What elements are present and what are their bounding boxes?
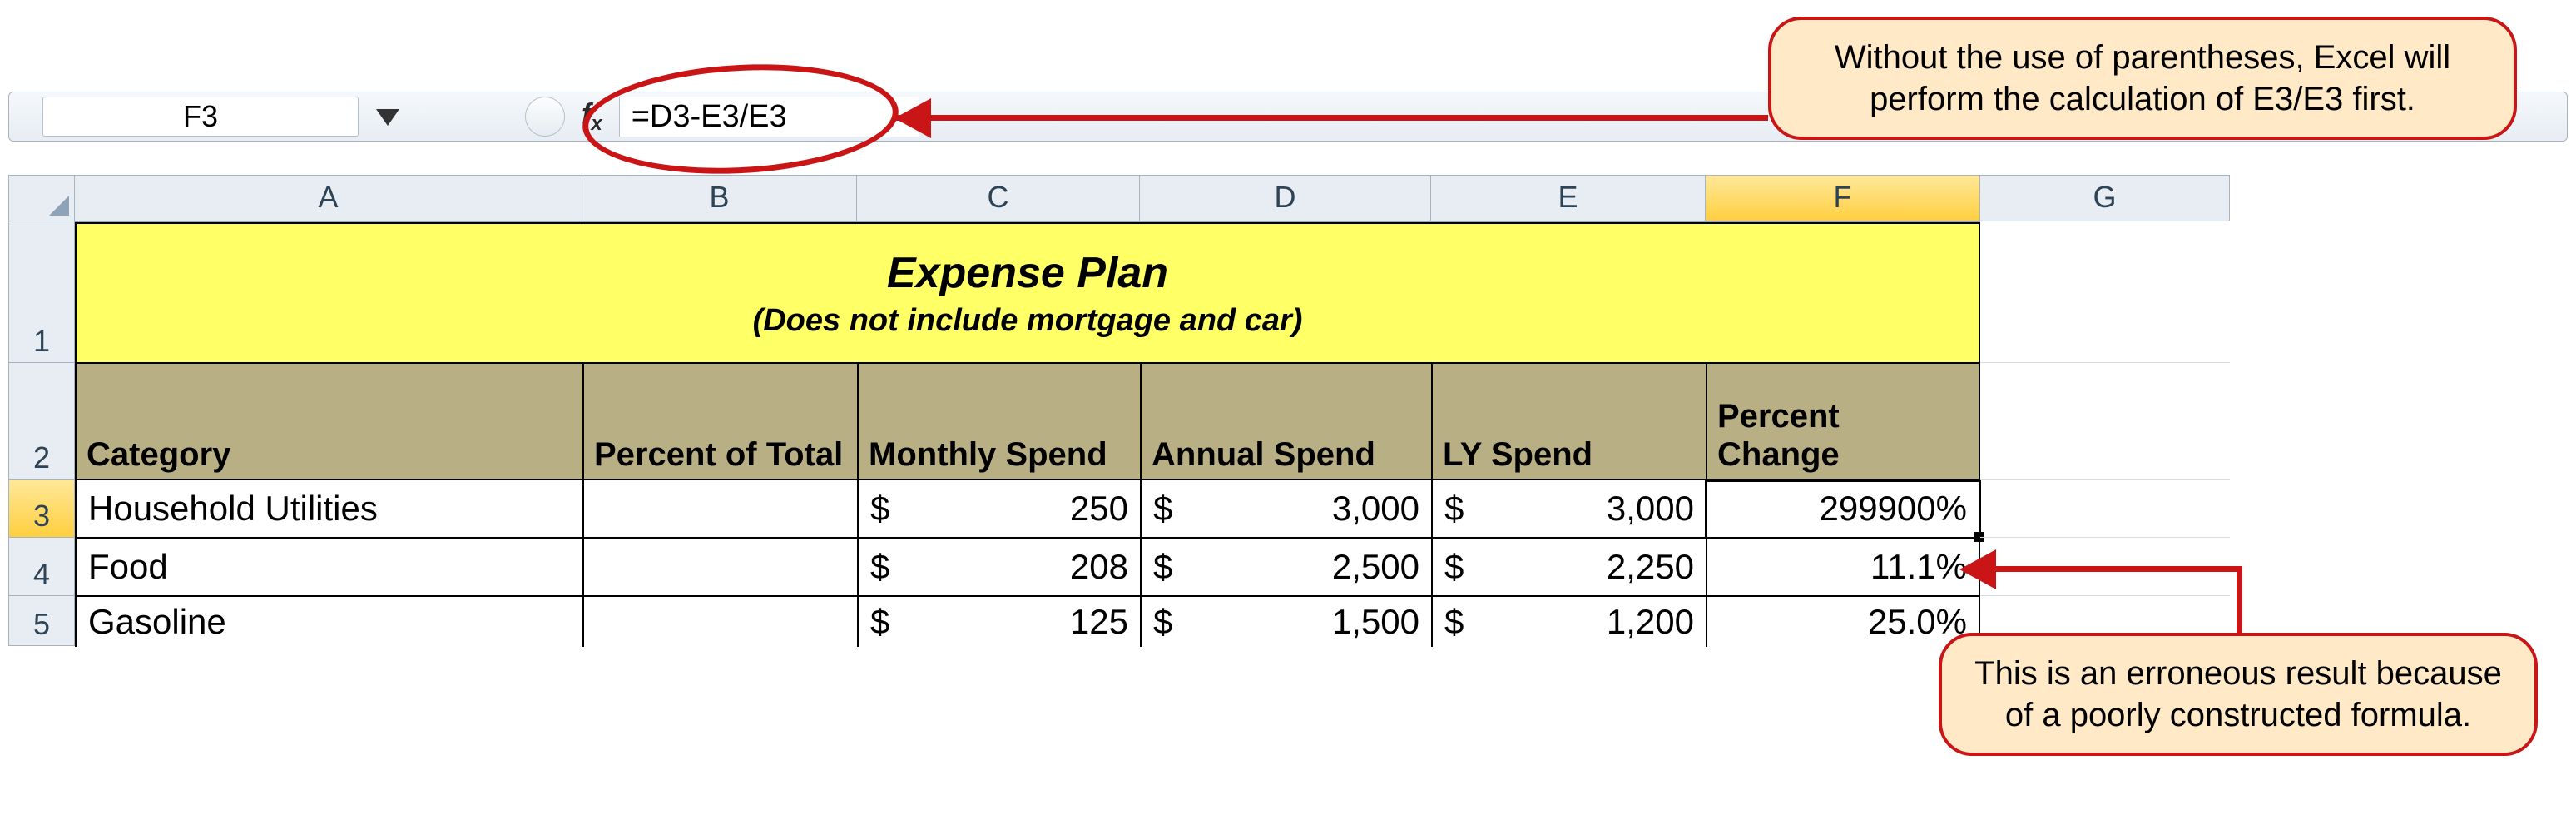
table-row: Food $208 $2,500 $2,250 11.1% — [75, 539, 1980, 597]
cell-monthly-spend[interactable]: $208 — [857, 539, 1140, 597]
annotation-arrow-line — [2237, 566, 2242, 636]
currency-symbol: $ — [1444, 547, 1464, 587]
name-box-dropdown-icon[interactable] — [376, 109, 399, 126]
annotation-arrow-line — [1993, 566, 2242, 572]
currency-symbol: $ — [870, 547, 889, 587]
name-box[interactable]: F3 — [42, 97, 359, 137]
cell-value: 2,500 — [1332, 547, 1419, 587]
col-header-F[interactable]: F — [1706, 175, 1980, 221]
cell-percent-of-total[interactable] — [582, 597, 857, 647]
row-header-2[interactable]: 2 — [8, 363, 75, 480]
table-header-row: Category Percent of Total Monthly Spend … — [75, 364, 1980, 480]
cell[interactable] — [1980, 480, 2230, 538]
hdr-annual-spend[interactable]: Annual Spend — [1140, 364, 1431, 480]
cell-category[interactable]: Gasoline — [75, 597, 582, 647]
cell-percent-of-total[interactable] — [582, 539, 857, 597]
cell-value: 25.0% — [1719, 602, 1967, 642]
cell-monthly-spend[interactable]: $125 — [857, 597, 1140, 647]
cell-value: 1,200 — [1607, 602, 1694, 642]
cell-text: Household Utilities — [88, 489, 378, 529]
cell-annual-spend[interactable]: $2,500 — [1140, 539, 1431, 597]
col-header-E[interactable]: E — [1431, 175, 1706, 221]
currency-symbol: $ — [870, 489, 889, 529]
sheet-title: Expense Plan — [887, 248, 1168, 298]
sheet-subtitle: (Does not include mortgage and car) — [753, 303, 1303, 339]
blank-column-G — [1980, 221, 2230, 646]
currency-symbol: $ — [1153, 489, 1172, 529]
table-row: Household Utilities $250 $3,000 $3,000 2… — [75, 480, 1980, 539]
cell[interactable] — [1980, 221, 2230, 363]
cell-value: 250 — [1070, 489, 1128, 529]
callout-erroneous-result: This is an erroneous result because of a… — [1939, 633, 2538, 756]
callout-text: This is an erroneous result because of a… — [1974, 655, 2502, 733]
annotation-circle-icon — [580, 57, 901, 181]
cell-percent-of-total[interactable] — [582, 480, 857, 539]
row-header-5[interactable]: 5 — [8, 596, 75, 646]
cell-ly-spend[interactable]: $1,200 — [1431, 597, 1706, 647]
spreadsheet-grid: Expense Plan (Does not include mortgage … — [75, 221, 1980, 647]
cell-value: 2,250 — [1607, 547, 1694, 587]
hdr-category[interactable]: Category — [75, 364, 582, 480]
col-header-B[interactable]: B — [582, 175, 857, 221]
callout-parentheses: Without the use of parentheses, Excel wi… — [1768, 17, 2517, 140]
row-header-3[interactable]: 3 — [8, 480, 75, 538]
hdr-ly-spend[interactable]: LY Spend — [1431, 364, 1706, 480]
cell-value: 1,500 — [1332, 602, 1419, 642]
annotation-arrow-head-icon — [1959, 549, 1996, 589]
currency-symbol: $ — [870, 602, 889, 642]
currency-symbol: $ — [1444, 489, 1464, 529]
cell-monthly-spend[interactable]: $250 — [857, 480, 1140, 539]
cancel-formula-button[interactable] — [525, 97, 565, 137]
cell-percent-change-selected[interactable]: 299900% — [1706, 480, 1980, 539]
col-header-G[interactable]: G — [1980, 175, 2230, 221]
hdr-percent-of-total[interactable]: Percent of Total — [582, 364, 857, 480]
row-headers: 1 2 3 4 5 — [8, 221, 75, 646]
col-header-D[interactable]: D — [1140, 175, 1431, 221]
cell-category[interactable]: Household Utilities — [75, 480, 582, 539]
select-all-corner[interactable] — [8, 175, 75, 221]
cell-value: 125 — [1070, 602, 1128, 642]
cell-annual-spend[interactable]: $3,000 — [1140, 480, 1431, 539]
cell-category[interactable]: Food — [75, 539, 582, 597]
cell-value: 299900% — [1719, 489, 1967, 529]
hdr-percent-change[interactable]: Percent Change — [1706, 364, 1980, 480]
cell-percent-change[interactable]: 25.0% — [1706, 597, 1980, 647]
cell-text: Food — [88, 547, 168, 587]
hdr-monthly-spend[interactable]: Monthly Spend — [857, 364, 1140, 480]
cell-percent-change[interactable]: 11.1% — [1706, 539, 1980, 597]
cell-value: 208 — [1070, 547, 1128, 587]
callout-text: Without the use of parentheses, Excel wi… — [1835, 39, 2450, 117]
currency-symbol: $ — [1153, 602, 1172, 642]
cell-value: 3,000 — [1332, 489, 1419, 529]
table-row: Gasoline $125 $1,500 $1,200 25.0% — [75, 597, 1980, 647]
row-header-1[interactable]: 1 — [8, 221, 75, 363]
annotation-arrow-head-icon — [894, 98, 931, 138]
cell-value: 3,000 — [1607, 489, 1694, 529]
cell[interactable] — [1980, 363, 2230, 480]
cell-annual-spend[interactable]: $1,500 — [1140, 597, 1431, 647]
row-header-4[interactable]: 4 — [8, 538, 75, 596]
col-header-A[interactable]: A — [75, 175, 582, 221]
annotation-arrow-line — [894, 115, 1768, 121]
cell-ly-spend[interactable]: $2,250 — [1431, 539, 1706, 597]
currency-symbol: $ — [1444, 602, 1464, 642]
col-header-C[interactable]: C — [857, 175, 1140, 221]
cell-text: Gasoline — [88, 602, 226, 642]
title-merged-cell[interactable]: Expense Plan (Does not include mortgage … — [75, 222, 1980, 364]
cell-ly-spend[interactable]: $3,000 — [1431, 480, 1706, 539]
currency-symbol: $ — [1153, 547, 1172, 587]
cell-value: 11.1% — [1719, 547, 1967, 587]
name-box-value: F3 — [183, 99, 218, 134]
column-headers: A B C D E F G — [8, 175, 2230, 221]
